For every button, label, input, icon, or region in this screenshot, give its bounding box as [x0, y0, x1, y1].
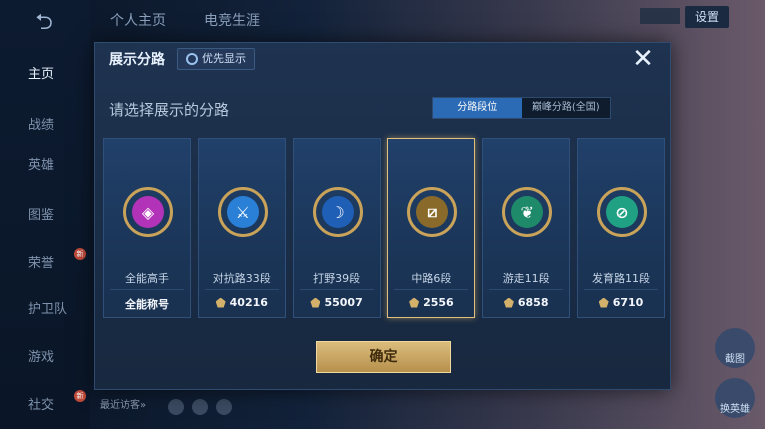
lane-card-value-text: 全能称号 — [125, 298, 169, 311]
lane-card[interactable]: ⚔ 对抗路33段 40216 — [197, 138, 286, 318]
sidebar-item[interactable]: 游戏 — [0, 338, 90, 378]
sidebar-item[interactable]: 护卫队 — [0, 290, 90, 330]
sidebar-item-label: 战绩 — [28, 118, 55, 133]
currency-counter — [640, 8, 680, 24]
modal-header: 展示分路 优先显示 ✕ — [95, 43, 670, 77]
divider — [204, 289, 279, 290]
confirm-button[interactable]: 确定 — [316, 341, 451, 373]
divider — [489, 289, 564, 290]
lane-card-value-text: 2556 — [423, 296, 454, 309]
power-icon — [310, 297, 321, 308]
power-icon — [503, 297, 514, 308]
lane-card-value: 6710 — [578, 296, 664, 309]
modal-title: 展示分路 — [109, 52, 165, 68]
jungle-emblem-icon: ☽ — [312, 187, 363, 237]
mid-lane-emblem-icon: ⧄ — [407, 187, 458, 237]
lane-card-value-text: 55007 — [324, 296, 363, 309]
tab-esports-career[interactable]: 电竞生涯 — [204, 10, 260, 30]
lane-card-value: 55007 — [294, 296, 380, 309]
power-icon — [409, 297, 420, 308]
visitor-avatar[interactable] — [192, 399, 208, 415]
visitor-avatar[interactable] — [168, 399, 184, 415]
new-badge: 新 — [74, 390, 86, 402]
lane-card[interactable]: ❦ 游走11段 6858 — [482, 138, 571, 318]
lane-card[interactable]: ⧄ 中路6段 2556 — [387, 138, 476, 318]
tab-lane-rank[interactable]: 分路段位 — [433, 98, 522, 118]
lane-card-label: 中路6段 — [411, 272, 452, 285]
sidebar: ⮌ 主页 战绩 英雄 图鉴 荣誉新护卫队 游戏 社交新 — [0, 0, 90, 429]
lane-mode-toggle: 分路段位 巅峰分路(全国) — [432, 97, 611, 119]
sidebar-item[interactable]: 社交 新 — [0, 386, 90, 426]
lane-card-label: 发育路11段 — [592, 272, 650, 285]
back-arrow-icon[interactable]: ⮌ — [22, 10, 66, 36]
roam-emblem-icon: ❦ — [502, 187, 553, 237]
screenshot-button[interactable]: 截图 — [715, 328, 755, 368]
lane-card-value-text: 6710 — [612, 296, 644, 309]
priority-display-label: 优先显示 — [202, 52, 246, 65]
lane-card[interactable]: ◈ 全能高手全能称号 — [103, 138, 191, 318]
modal-subtitle: 请选择展示的分路 — [109, 101, 230, 119]
divider — [299, 289, 374, 290]
sidebar-item-label: 游戏 — [28, 350, 55, 365]
sidebar-item-label: 护卫队 — [28, 302, 68, 317]
lane-card-label: 对抗路33段 — [212, 272, 271, 285]
sidebar-item[interactable]: 图鉴 — [0, 196, 90, 236]
lane-card-value: 全能称号 — [104, 296, 190, 312]
tab-profile[interactable]: 个人主页 — [110, 10, 166, 30]
divider — [394, 289, 469, 290]
lane-card-label: 全能高手 — [125, 272, 169, 285]
lane-card[interactable]: ⊘ 发育路11段 6710 — [577, 138, 665, 318]
lane-display-modal: 展示分路 优先显示 ✕ 请选择展示的分路 分路段位 巅峰分路(全国) ◈ 全能高手… — [94, 42, 671, 390]
allround-emblem-icon: ◈ — [123, 187, 173, 237]
close-icon[interactable]: ✕ — [630, 46, 656, 73]
sidebar-item[interactable]: 荣誉 新 — [0, 244, 90, 284]
power-icon — [598, 297, 609, 308]
sidebar-item[interactable]: 主页 — [0, 55, 90, 95]
sidebar-item-label: 荣誉 — [28, 256, 55, 271]
divider — [584, 289, 658, 290]
lane-card-value-text: 40216 — [229, 296, 268, 309]
divider — [110, 289, 184, 290]
recent-visitors-label[interactable]: 最近访客» — [100, 396, 146, 411]
lane-card-list: ◈ 全能高手全能称号 ⚔ 对抗路33段 40216 ☽ 打野39段 55007 ⧄ 中路6段 255… — [103, 138, 665, 318]
sidebar-item-label: 英雄 — [28, 158, 55, 173]
sidebar-item-label: 主页 — [28, 67, 55, 82]
sidebar-item[interactable]: 战绩 — [0, 106, 90, 146]
switch-hero-button[interactable]: 换英雄 — [715, 378, 755, 418]
settings-button[interactable]: 设置 — [685, 6, 729, 28]
lane-card-label: 打野39段 — [313, 272, 361, 285]
lane-card-value: 40216 — [199, 296, 285, 309]
lane-card-value: 2556 — [388, 296, 474, 309]
gear-icon — [186, 53, 198, 65]
sidebar-item-label: 图鉴 — [28, 208, 55, 223]
lane-card-label: 游走11段 — [502, 272, 550, 285]
power-icon — [215, 297, 226, 308]
tab-peak-lane[interactable]: 巅峰分路(全国) — [522, 98, 611, 118]
sidebar-item-label: 社交 — [28, 398, 55, 413]
lane-card-value: 6858 — [483, 296, 569, 309]
lane-card[interactable]: ☽ 打野39段 55007 — [292, 138, 381, 318]
new-badge: 新 — [74, 248, 86, 260]
lane-card-value-text: 6858 — [517, 296, 549, 309]
clash-lane-emblem-icon: ⚔ — [217, 187, 268, 237]
visitor-avatar[interactable] — [216, 399, 232, 415]
sidebar-item[interactable]: 英雄 — [0, 146, 90, 186]
priority-display-button[interactable]: 优先显示 — [177, 48, 255, 70]
farm-lane-emblem-icon: ⊘ — [597, 187, 647, 237]
